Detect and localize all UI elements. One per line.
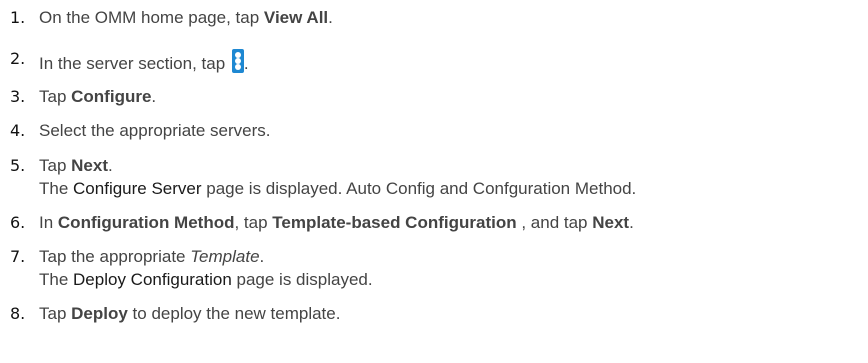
step-text: Select the appropriate servers. xyxy=(39,121,271,140)
step-text: In the server section, tap . xyxy=(39,49,249,74)
deploy-label: Deploy xyxy=(71,304,128,323)
step-text: Tap Next. The Configure Server page is d… xyxy=(39,156,637,198)
step-number: 2. xyxy=(10,49,26,68)
next-label: Next xyxy=(592,213,630,232)
template-based-configuration-label: Template-based Configuration xyxy=(272,213,517,232)
step-text: Tap the appropriate Template. The Deploy… xyxy=(39,247,373,289)
step-number: 6. xyxy=(10,213,26,232)
step-number: 8. xyxy=(10,304,26,323)
configure-server-label: Configure Server xyxy=(73,179,202,198)
deploy-configuration-label: Deploy Configuration xyxy=(73,270,232,289)
template-label: Template xyxy=(190,247,260,266)
step-result: The Deploy Configuration page is display… xyxy=(39,270,373,289)
configure-label: Configure xyxy=(71,87,152,106)
step-text: Tap Configure. xyxy=(39,87,157,106)
step-result: The Configure Server page is displayed. … xyxy=(39,179,637,198)
configuration-method-label: Configuration Method xyxy=(57,213,235,232)
vertical-menu-icon xyxy=(231,49,244,73)
step-number: 4. xyxy=(10,121,26,140)
step-number: 1. xyxy=(10,8,26,27)
step-text: Tap Deploy to deploy the new template. xyxy=(39,304,341,323)
step-text: In Configuration Method, tap Template-ba… xyxy=(39,213,634,232)
step-number: 7. xyxy=(10,247,26,266)
next-label: Next xyxy=(71,156,108,175)
view-all-label: View All xyxy=(263,8,329,27)
step-text: On the OMM home page, tap View All. xyxy=(39,8,333,27)
step-number: 5. xyxy=(10,156,26,175)
step-number: 3. xyxy=(10,87,26,106)
